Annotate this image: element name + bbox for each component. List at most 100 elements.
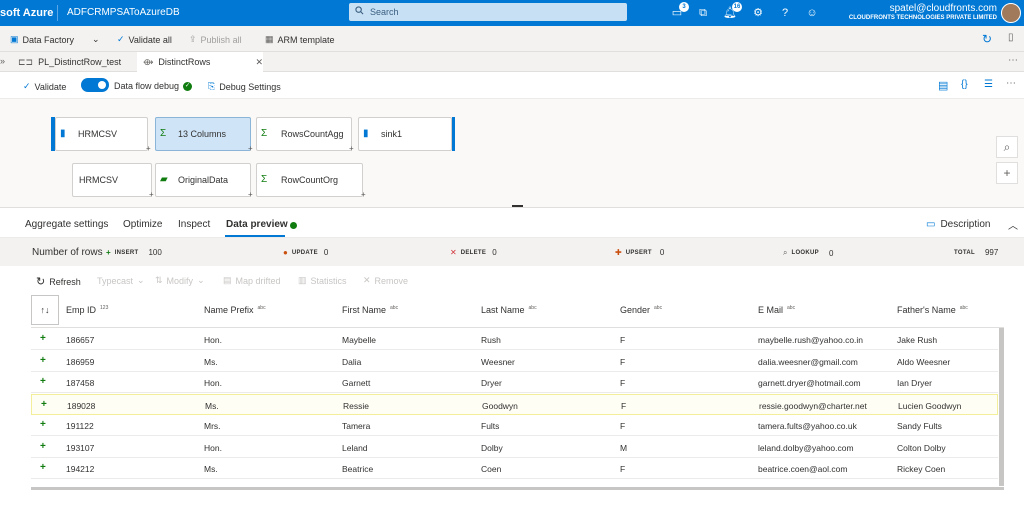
validate-button[interactable]: ✓ Validate [23, 81, 66, 92]
account-info[interactable]: spatel@cloudfronts.com CLOUDFRONTS TECHN… [849, 3, 997, 21]
add-icon[interactable]: + [361, 190, 366, 199]
dataflow-debug-toggle[interactable] [81, 78, 109, 92]
script-icon[interactable]: ▤ [938, 79, 948, 92]
feedback-icon[interactable]: ☺ [804, 5, 820, 21]
more-icon[interactable]: ⋯ [1008, 55, 1018, 66]
validate-all-button[interactable]: ✓ Validate all [117, 34, 172, 45]
column-header[interactable]: Gender abc [620, 305, 662, 315]
remove-button[interactable]: ✕ Remove [363, 275, 408, 286]
column-header[interactable]: First Name abc [342, 305, 398, 315]
search-input[interactable]: Search [349, 3, 627, 21]
tab-aggregate-settings[interactable]: Aggregate settings [25, 219, 108, 230]
column-type: abc [257, 305, 266, 311]
close-icon[interactable]: ✕ [255, 57, 263, 68]
check-icon: ✓ [23, 81, 31, 91]
tab-optimize[interactable]: Optimize [123, 219, 162, 230]
gear-icon[interactable]: ⚙ [750, 5, 766, 21]
arm-template-button[interactable]: ▦ ARM template [265, 34, 335, 45]
collapse-icon[interactable]: ︿ [1008, 217, 1018, 232]
column-header[interactable]: Last Name abc [481, 305, 537, 315]
node-agg1[interactable]: Σ 13 Columns [155, 117, 251, 151]
properties-icon[interactable]: ☰ [984, 79, 993, 90]
dataflow-debug-label: Data flow debug [114, 81, 180, 91]
table-row[interactable]: +186657 Hon. Maybelle Rush Fmaybelle.rush@ya… [31, 329, 998, 350]
column-header[interactable]: Father's Name abc [897, 305, 968, 315]
sort-icon[interactable]: ↑↓ [31, 295, 59, 325]
table-row[interactable]: +193107 Hon. Leland Dolby Mleland.dolby@yaho… [31, 437, 998, 458]
dataflow-canvas[interactable]: ▮ HRMCSV + Σ 13 Columns + Σ RowsCountAgg… [0, 99, 1024, 208]
vertical-scrollbar[interactable] [999, 328, 1004, 486]
table-cell: 189028 [67, 400, 96, 411]
add-icon[interactable]: + [248, 190, 253, 199]
node-label: sink1 [381, 129, 403, 139]
more-icon[interactable]: ⋯ [1006, 78, 1016, 89]
factory-name[interactable]: ADFCRMPSAToAzureDB [67, 7, 180, 18]
table-row[interactable]: +189028 Ms. Ressie Goodwyn Fressie.goodwyn@c… [31, 393, 998, 415]
delete-icon: ✕ [450, 248, 457, 257]
stat-update: ● UPDATE 0 [283, 248, 328, 257]
tab-pipeline[interactable]: ⊏⊐ PL_DistinctRow_test [0, 52, 137, 72]
table-row[interactable]: +187458 Hon. Garnett Dryer Fgarnett.dryer@ho… [31, 372, 998, 393]
node-original[interactable]: ▰ OriginalData [155, 163, 251, 197]
tab-inspect[interactable]: Inspect [178, 219, 210, 230]
column-type: abc [959, 305, 968, 311]
insert-marker-icon: + [40, 440, 46, 452]
column-label: First Name [342, 305, 387, 315]
validate-all-label: Validate all [128, 34, 172, 45]
node-source1[interactable]: ▮ HRMCSV [55, 117, 148, 151]
node-agg2[interactable]: Σ RowsCountAgg [256, 117, 352, 151]
directory-icon[interactable]: ⧉ [695, 5, 711, 21]
table-cell: Rickey Coen [897, 464, 946, 474]
column-header[interactable]: Emp ID 123 [66, 305, 108, 315]
table-cell: garnett.dryer@hotmail.com [758, 378, 861, 388]
close-icon: ✕ [363, 275, 371, 285]
column-header[interactable]: Name Prefix abc [204, 305, 266, 315]
table-row[interactable]: +186959 Ms. Dalia Weesner Fdalia.weesner@gma… [31, 351, 998, 372]
publish-all-label: Publish all [200, 34, 242, 45]
data-factory-dropdown[interactable]: ▣ Data Factory ⌄ [10, 34, 100, 45]
upsert-icon: ✚ [615, 248, 622, 257]
statistics-button[interactable]: ▥ Statistics [298, 275, 347, 286]
add-icon[interactable]: + [146, 144, 151, 153]
table-row[interactable]: +191122 Mrs. Tamera Fults Ftamera.fults@yaho… [31, 415, 998, 436]
add-icon[interactable]: + [248, 144, 253, 153]
modify-button[interactable]: ⇅ Modify ⌄ [155, 275, 205, 286]
publish-all-button[interactable]: ⇪ Publish all [189, 34, 242, 45]
avatar[interactable] [1001, 3, 1021, 23]
insert-icon: + [106, 248, 111, 257]
node-agg3[interactable]: Σ RowCountOrg [256, 163, 363, 197]
help-icon[interactable]: ? [777, 5, 793, 21]
add-icon[interactable]: + [149, 190, 154, 199]
column-label: Emp ID [66, 305, 97, 315]
publish-icon: ⇪ [189, 34, 197, 44]
table-cell: Rush [481, 335, 501, 345]
column-header[interactable]: E Mail abc [758, 305, 795, 315]
cloud-shell-icon[interactable]: ▭ 3 [669, 2, 689, 21]
description-button[interactable]: ▭ Description [926, 219, 990, 230]
table-cell: Tamera [342, 421, 371, 431]
zoom-in-icon[interactable]: + [996, 162, 1018, 184]
refresh-button[interactable]: ↻ Refresh [36, 275, 81, 288]
tab-dataflow[interactable]: ⟴ DistinctRows ✕ [137, 52, 263, 72]
debug-settings-button[interactable]: ⎘ Debug Settings [208, 81, 281, 92]
canvas-search-icon[interactable]: ⌕ [996, 136, 1018, 158]
preview-actions: ↻ Refresh Typecast ⌄ ⇅ Modify ⌄ ▤ Map dr… [0, 270, 1024, 292]
discard-icon[interactable]: ▯ [1008, 32, 1014, 43]
table-cell: 186657 [66, 335, 95, 345]
map-drifted-button[interactable]: ▤ Map drifted [223, 275, 281, 286]
stat-total: TOTAL 997 [954, 248, 998, 257]
node-sink[interactable]: ▮ sink1 [358, 117, 452, 151]
bell-icon[interactable]: 🔔︎ 16 [722, 2, 742, 21]
node-source2[interactable]: HRMCSV [72, 163, 152, 197]
comment-icon: ▭ [926, 219, 936, 230]
resize-handle[interactable] [512, 205, 523, 207]
add-icon[interactable]: + [349, 144, 354, 153]
refresh-icon[interactable]: ↻ [982, 32, 992, 46]
code-icon[interactable]: {} [961, 79, 968, 90]
tab-data-preview[interactable]: Data preview [226, 219, 288, 230]
table-cell: F [620, 421, 626, 431]
arm-icon: ▦ [265, 34, 274, 44]
table-row[interactable]: +194212 Ms. Beatrice Coen Fbeatrice.coen@aol… [31, 458, 998, 479]
notification-badge: 16 [732, 2, 742, 12]
typecast-button[interactable]: Typecast ⌄ [97, 275, 145, 286]
